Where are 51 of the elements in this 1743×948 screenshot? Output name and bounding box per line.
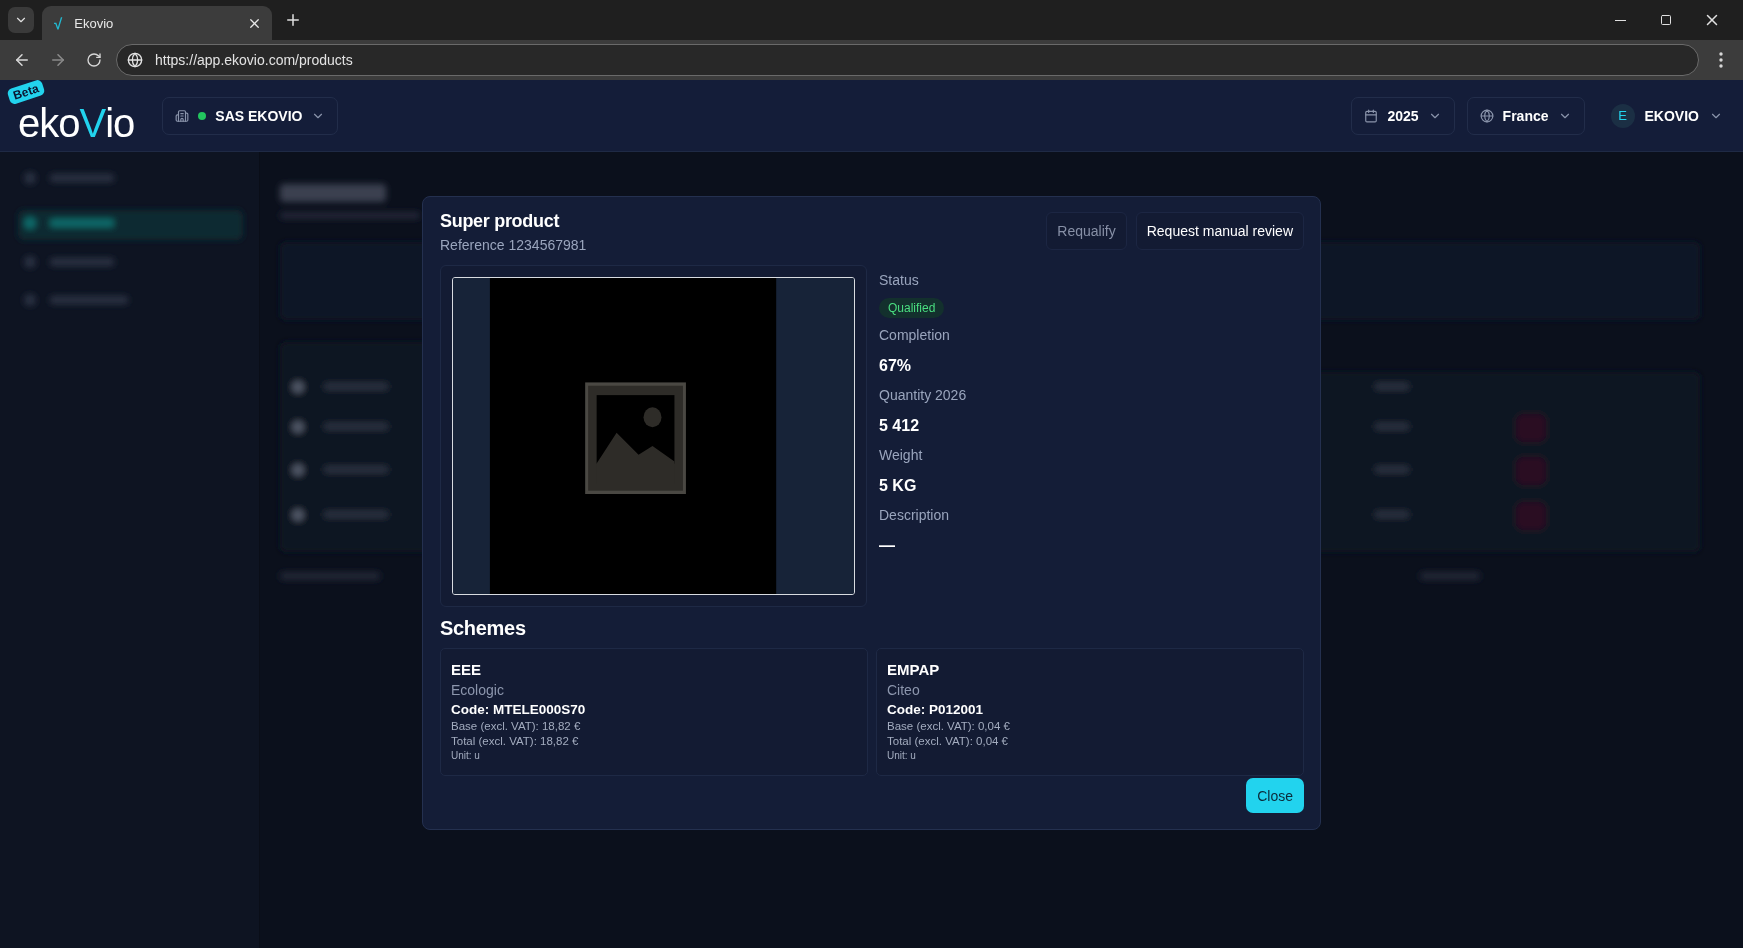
country-selector[interactable]: France [1466, 96, 1585, 135]
field-label: Status [879, 271, 920, 290]
field-label: Completion [879, 326, 951, 345]
total-price: Total (excl. VAT): 0,04 € [887, 734, 1009, 749]
base-price: Base (excl. VAT): 18,82 € [451, 719, 582, 734]
beta-badge: Beta [6, 78, 46, 106]
field-value: — [879, 536, 896, 556]
field-value: 67% [879, 356, 913, 376]
forward-arrow-icon [49, 51, 67, 69]
reload-icon [86, 52, 102, 68]
unit-text: Unit: u [451, 749, 481, 763]
more-icon [1719, 52, 1723, 68]
field-label: Weight [879, 446, 924, 465]
user-menu[interactable]: E EKOVIO [1606, 103, 1727, 128]
product-reference: Reference 1234567981 [440, 237, 587, 253]
globe-icon [1479, 108, 1494, 123]
ekovio-logo[interactable]: ekoVio [18, 105, 135, 140]
scheme-code: Code: P012001 [887, 701, 985, 719]
manual-review-button[interactable]: Request manual review [1135, 212, 1304, 250]
base-price: Base (excl. VAT): 0,04 € [887, 719, 1011, 734]
scheme-code: Code: MTELE000S70 [451, 701, 587, 719]
scheme-organization: Citeo [887, 681, 921, 700]
scheme-name: EEE [451, 660, 482, 680]
building-icon [175, 108, 190, 123]
field-value: 5 412 [879, 416, 921, 436]
address-bar[interactable]: https://app.ekovio.com/products [116, 44, 1699, 76]
company-selector[interactable]: SAS EKOVIO [162, 96, 339, 135]
field-label: Quantity 2026 [879, 386, 967, 405]
tab-list-button[interactable] [8, 7, 34, 33]
user-name: EKOVIO [1644, 107, 1699, 124]
calendar-icon [1364, 108, 1379, 123]
close-button[interactable]: Close [1246, 778, 1304, 813]
globe-icon [127, 52, 143, 68]
section-heading: Schemes [440, 617, 527, 640]
field-value: 5 KG [879, 476, 918, 496]
tab-title: Ekovio [74, 15, 115, 31]
url-text: https://app.ekovio.com/products [155, 52, 353, 68]
scheme-organization: Ecologic [451, 681, 505, 700]
browser-tab[interactable]: √ Ekovio [42, 6, 272, 40]
scheme-name: EMPAP [887, 660, 941, 680]
product-title: Super product [440, 211, 561, 232]
status-badge: Qualified [879, 298, 945, 318]
user-avatar: E [1610, 103, 1635, 128]
site-favicon: √ [54, 14, 63, 32]
field-label: Description [879, 506, 951, 525]
total-price: Total (excl. VAT): 18,82 € [451, 734, 580, 749]
unit-text: Unit: u [887, 749, 917, 763]
maximize-icon [1660, 14, 1672, 26]
plus-icon [284, 11, 302, 29]
year-selector[interactable]: 2025 [1351, 96, 1455, 135]
minimize-icon [1614, 19, 1626, 21]
